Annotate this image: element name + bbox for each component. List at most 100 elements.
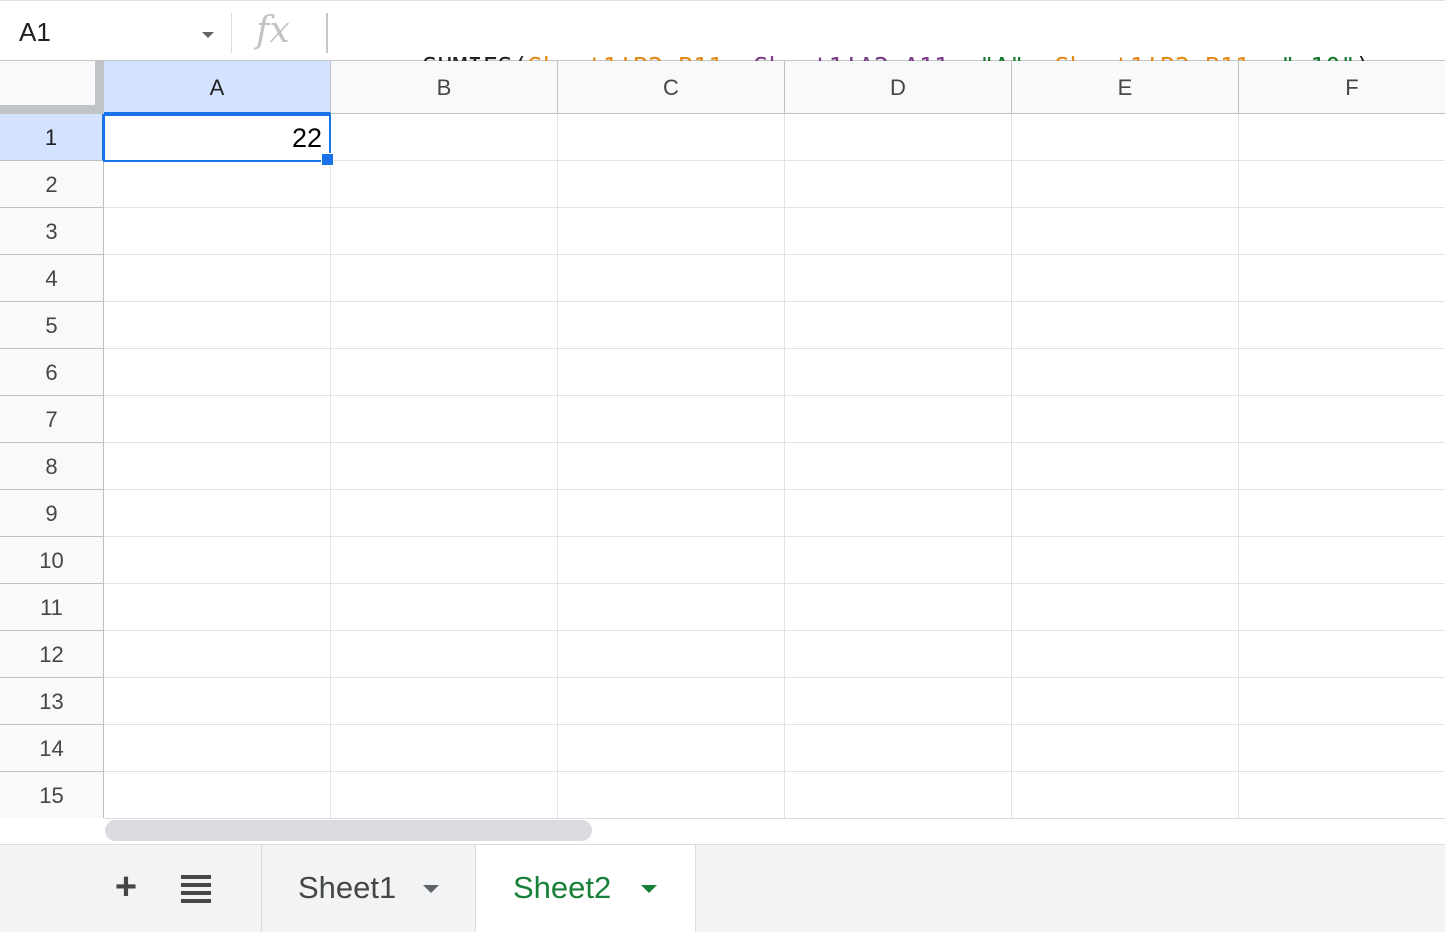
cell-f9[interactable] bbox=[1239, 490, 1445, 537]
cell-a7[interactable] bbox=[104, 396, 331, 443]
cell-c2[interactable] bbox=[558, 161, 785, 208]
cell-b9[interactable] bbox=[331, 490, 558, 537]
column-header-c[interactable]: C bbox=[558, 61, 785, 114]
row-header-2[interactable]: 2 bbox=[0, 161, 104, 208]
cell-a11[interactable] bbox=[104, 584, 331, 631]
row-header-12[interactable]: 12 bbox=[0, 631, 104, 678]
cell-b6[interactable] bbox=[331, 349, 558, 396]
row-header-15[interactable]: 15 bbox=[0, 772, 104, 818]
cell-e1[interactable] bbox=[1012, 114, 1239, 161]
cell-d3[interactable] bbox=[785, 208, 1012, 255]
cell-b10[interactable] bbox=[331, 537, 558, 584]
name-box[interactable]: A1 bbox=[0, 1, 231, 61]
cell-c9[interactable] bbox=[558, 490, 785, 537]
cell-c10[interactable] bbox=[558, 537, 785, 584]
horizontal-scrollbar-thumb[interactable] bbox=[105, 820, 592, 841]
cell-d11[interactable] bbox=[785, 584, 1012, 631]
cell-e8[interactable] bbox=[1012, 443, 1239, 490]
column-header-f[interactable]: F bbox=[1239, 61, 1445, 114]
cell-a4[interactable] bbox=[104, 255, 331, 302]
column-header-e[interactable]: E bbox=[1012, 61, 1239, 114]
cell-a3[interactable] bbox=[104, 208, 331, 255]
tab-sheet2[interactable]: Sheet2 bbox=[476, 845, 695, 932]
cell-d13[interactable] bbox=[785, 678, 1012, 725]
cell-f5[interactable] bbox=[1239, 302, 1445, 349]
row-header-13[interactable]: 13 bbox=[0, 678, 104, 725]
row-header-6[interactable]: 6 bbox=[0, 349, 104, 396]
column-header-a[interactable]: A bbox=[104, 61, 331, 114]
cell-c14[interactable] bbox=[558, 725, 785, 772]
add-sheet-button[interactable]: + bbox=[106, 867, 146, 907]
row-header-10[interactable]: 10 bbox=[0, 537, 104, 584]
cell-c11[interactable] bbox=[558, 584, 785, 631]
cell-e3[interactable] bbox=[1012, 208, 1239, 255]
select-all-corner[interactable] bbox=[0, 61, 104, 114]
row-header-8[interactable]: 8 bbox=[0, 443, 104, 490]
cell-f1[interactable] bbox=[1239, 114, 1445, 161]
tab-sheet1[interactable]: Sheet1 bbox=[262, 845, 475, 932]
cell-b4[interactable] bbox=[331, 255, 558, 302]
cell-a8[interactable] bbox=[104, 443, 331, 490]
row-header-4[interactable]: 4 bbox=[0, 255, 104, 302]
chevron-down-icon[interactable] bbox=[423, 885, 439, 893]
cell-d14[interactable] bbox=[785, 725, 1012, 772]
spreadsheet-grid[interactable]: A B C D E F 1 22 2 3 4 5 6 7 8 9 10 11 12 13 14 15 bbox=[0, 61, 1445, 818]
cell-f11[interactable] bbox=[1239, 584, 1445, 631]
cell-c5[interactable] bbox=[558, 302, 785, 349]
chevron-down-icon[interactable] bbox=[202, 32, 214, 38]
cell-b1[interactable] bbox=[331, 114, 558, 161]
cell-b14[interactable] bbox=[331, 725, 558, 772]
cell-f10[interactable] bbox=[1239, 537, 1445, 584]
cell-f7[interactable] bbox=[1239, 396, 1445, 443]
cell-d8[interactable] bbox=[785, 443, 1012, 490]
cell-a9[interactable] bbox=[104, 490, 331, 537]
cell-e12[interactable] bbox=[1012, 631, 1239, 678]
cell-f14[interactable] bbox=[1239, 725, 1445, 772]
fill-handle[interactable] bbox=[321, 153, 334, 166]
cell-e6[interactable] bbox=[1012, 349, 1239, 396]
cell-c6[interactable] bbox=[558, 349, 785, 396]
cell-e15[interactable] bbox=[1012, 772, 1239, 818]
cell-b7[interactable] bbox=[331, 396, 558, 443]
column-header-b[interactable]: B bbox=[331, 61, 558, 114]
cell-b8[interactable] bbox=[331, 443, 558, 490]
row-header-5[interactable]: 5 bbox=[0, 302, 104, 349]
cell-f13[interactable] bbox=[1239, 678, 1445, 725]
freeze-columns-handle[interactable] bbox=[0, 105, 104, 114]
cell-c15[interactable] bbox=[558, 772, 785, 818]
cell-c4[interactable] bbox=[558, 255, 785, 302]
cell-d5[interactable] bbox=[785, 302, 1012, 349]
row-header-14[interactable]: 14 bbox=[0, 725, 104, 772]
cell-e7[interactable] bbox=[1012, 396, 1239, 443]
cell-e13[interactable] bbox=[1012, 678, 1239, 725]
all-sheets-button[interactable] bbox=[176, 871, 216, 907]
cell-f12[interactable] bbox=[1239, 631, 1445, 678]
cell-f3[interactable] bbox=[1239, 208, 1445, 255]
cell-f2[interactable] bbox=[1239, 161, 1445, 208]
cell-e4[interactable] bbox=[1012, 255, 1239, 302]
cell-e5[interactable] bbox=[1012, 302, 1239, 349]
cell-e9[interactable] bbox=[1012, 490, 1239, 537]
name-box-value[interactable]: A1 bbox=[19, 16, 51, 48]
cell-e14[interactable] bbox=[1012, 725, 1239, 772]
cell-a2[interactable] bbox=[104, 161, 331, 208]
row-header-3[interactable]: 3 bbox=[0, 208, 104, 255]
row-header-9[interactable]: 9 bbox=[0, 490, 104, 537]
cell-f8[interactable] bbox=[1239, 443, 1445, 490]
cell-c13[interactable] bbox=[558, 678, 785, 725]
cell-b15[interactable] bbox=[331, 772, 558, 818]
cell-a1[interactable]: 22 bbox=[104, 114, 331, 161]
cell-d7[interactable] bbox=[785, 396, 1012, 443]
cell-d1[interactable] bbox=[785, 114, 1012, 161]
row-header-7[interactable]: 7 bbox=[0, 396, 104, 443]
cell-b11[interactable] bbox=[331, 584, 558, 631]
row-header-1[interactable]: 1 bbox=[0, 114, 104, 161]
cell-c7[interactable] bbox=[558, 396, 785, 443]
cell-e11[interactable] bbox=[1012, 584, 1239, 631]
cell-a14[interactable] bbox=[104, 725, 331, 772]
cell-c3[interactable] bbox=[558, 208, 785, 255]
cell-b5[interactable] bbox=[331, 302, 558, 349]
cell-f15[interactable] bbox=[1239, 772, 1445, 818]
chevron-down-icon[interactable] bbox=[641, 885, 657, 893]
cell-f6[interactable] bbox=[1239, 349, 1445, 396]
